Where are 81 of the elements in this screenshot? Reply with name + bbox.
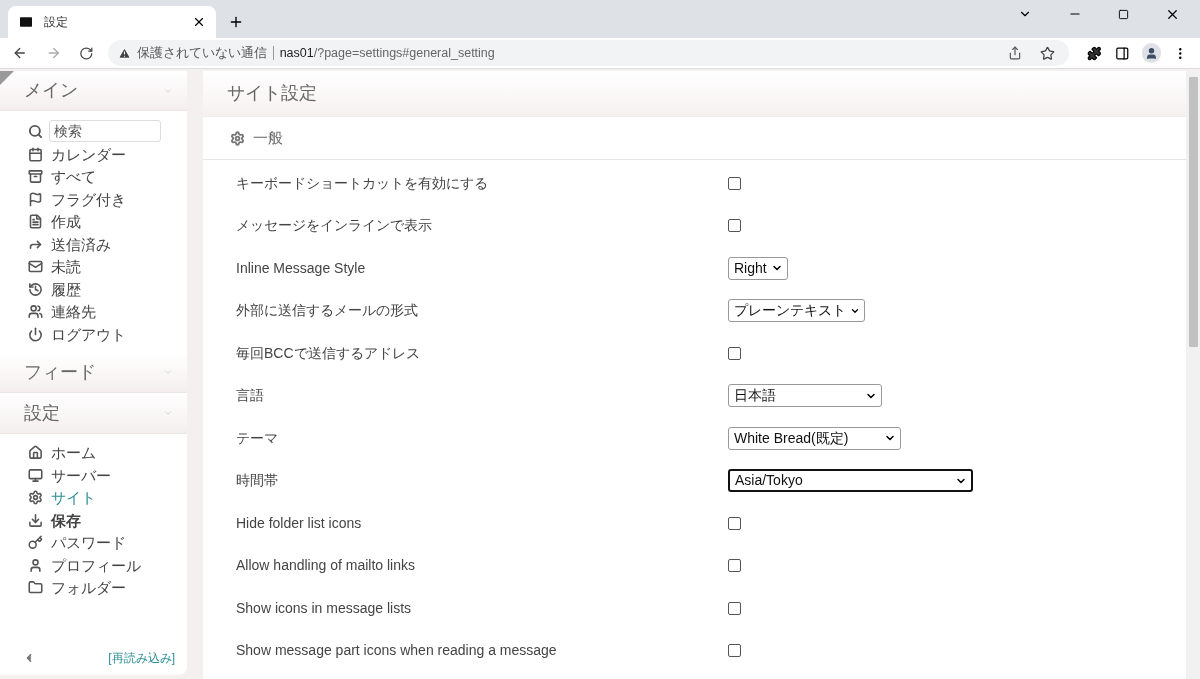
side-panel-icon[interactable] [1115, 45, 1130, 61]
back-icon[interactable] [12, 45, 28, 61]
close-icon[interactable] [192, 15, 206, 29]
nav-link[interactable]: サーバー [51, 467, 111, 483]
nav-link[interactable]: フラグ付き [51, 191, 126, 207]
nav-link[interactable]: すべて [51, 169, 96, 185]
search-icon [28, 123, 43, 139]
monitor-icon [28, 467, 43, 483]
box-icon [28, 169, 43, 185]
history-icon [28, 281, 43, 297]
setting-label: Hide folder list icons [235, 513, 363, 533]
nav-link[interactable]: フォルダー [51, 580, 126, 596]
setting-label: Allow handling of mailto links [235, 556, 416, 576]
setting-label: 外部に送信するメールの形式 [235, 301, 419, 321]
address-bar[interactable]: 保護されていない通信 nas01/?page=settings#general_setting [107, 40, 1069, 66]
nav-link[interactable]: パスワード [51, 535, 126, 551]
key-icon [28, 535, 43, 551]
nav-link[interactable]: プロフィール [51, 557, 141, 573]
checkbox[interactable] [728, 219, 741, 233]
profile-icon[interactable] [1141, 43, 1162, 63]
setting-label: Inline Message Style [235, 258, 367, 278]
checkbox[interactable] [728, 516, 741, 530]
star-icon[interactable] [1039, 45, 1055, 61]
nav-link[interactable]: 作成 [51, 214, 81, 230]
power-icon [28, 326, 43, 342]
section-title: メイン [24, 79, 78, 102]
calendar-icon [28, 146, 43, 162]
maximize-icon[interactable] [1118, 8, 1129, 20]
checkbox[interactable] [728, 559, 741, 573]
nav-link[interactable]: カレンダー [51, 146, 126, 162]
search-field[interactable]: 検索 [49, 120, 161, 142]
setting-label: 時間帯 [235, 471, 279, 491]
setting-label: テーマ [235, 428, 279, 448]
setting-label: 毎回BCCで送信するアドレス [235, 343, 421, 363]
share-icon[interactable] [1007, 46, 1022, 60]
nav-link[interactable]: ログアウト [51, 326, 126, 342]
reload-link[interactable]: [再読み込み] [108, 649, 175, 667]
security-label: 保護されていない通信 [136, 44, 267, 62]
new-tab-icon[interactable] [228, 14, 244, 30]
setting-label: キーボードショートカットを有効にする [235, 173, 489, 193]
chevron-icon [163, 367, 173, 377]
gear-icon [28, 490, 43, 506]
select-field[interactable]: プレーンテキスト [728, 299, 865, 323]
checkbox[interactable] [728, 346, 741, 360]
setting-label: メッセージをインラインで表示 [235, 216, 433, 236]
section-title: フィード [24, 360, 96, 384]
nav-link[interactable]: 保存 [51, 512, 81, 528]
nav-link[interactable]: 送信済み [51, 236, 111, 252]
flag-icon [28, 191, 43, 207]
user-icon [28, 557, 43, 573]
reload-icon[interactable] [79, 45, 94, 61]
tab-title: 設定 [44, 14, 69, 31]
select-field[interactable]: White Bread(既定) [728, 426, 901, 450]
home-icon [28, 445, 43, 461]
setting-label: Show icons in message lists [235, 598, 413, 618]
contacts-icon [28, 304, 43, 320]
warning-icon [117, 46, 131, 60]
page-title: サイト設定 [227, 82, 317, 105]
select-field[interactable]: Asia/Tokyo [728, 469, 973, 493]
setting-label: Show message part icons when reading a message [235, 641, 558, 661]
download-icon [28, 512, 43, 528]
folder-icon [28, 580, 43, 596]
checkbox[interactable] [728, 601, 741, 615]
section-title: 設定 [24, 401, 60, 425]
checkbox[interactable] [728, 176, 741, 190]
gear-icon [230, 130, 245, 146]
nav-link[interactable]: 連絡先 [51, 304, 96, 320]
browser-tab[interactable]: 設定 [8, 6, 216, 38]
select-field[interactable]: 日本語 [728, 384, 882, 408]
select-field[interactable]: Right [728, 256, 788, 280]
checkbox[interactable] [728, 644, 741, 658]
section-title: 一般 [253, 127, 283, 148]
setting-label: 言語 [235, 386, 265, 406]
url-text: nas01/?page=settings#general_setting [279, 44, 495, 62]
nav-link[interactable]: 未読 [51, 259, 81, 275]
compose-icon [28, 214, 43, 230]
nav-link[interactable]: サイト [51, 490, 96, 506]
nav-link[interactable]: 履歴 [51, 281, 81, 297]
nav-link[interactable]: ホーム [51, 445, 96, 461]
chevron-icon [163, 408, 173, 418]
extensions-icon[interactable] [1086, 45, 1102, 61]
